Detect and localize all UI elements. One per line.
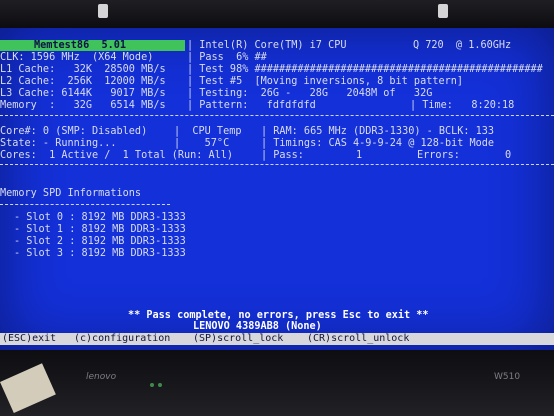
- run-state: State: - Running...: [0, 138, 117, 149]
- status-row-2: State: - Running... | 57°C | Timings: CA…: [0, 138, 554, 149]
- status-row-1: Core#: 0 (SMP: Disabled) | CPU Temp | RA…: [0, 126, 554, 137]
- machine-id: LENOVO 4389AB8 (None): [193, 321, 322, 332]
- divider: [0, 164, 554, 165]
- pass-label: | Pass:: [261, 150, 304, 161]
- memtest-screen: Memtest86 5.01 | Intel(R) Core(TM) i7 CP…: [0, 28, 554, 350]
- header-row-4: L2 Cache: 256K 12000 MB/s | Test #5 [Mov…: [0, 76, 554, 87]
- l1-cache: L1 Cache: 32K 28500 MB/s: [0, 64, 166, 75]
- hinge-knob: [98, 4, 108, 18]
- laptop-hinge: [0, 0, 554, 28]
- spd-title-row: Memory SPD Informations: [0, 188, 554, 199]
- status-row-3: Cores: 1 Active / 1 Total (Run: All) | P…: [0, 150, 554, 161]
- key-help-bar: (ESC)exit (c)configuration (SP)scroll_lo…: [0, 333, 554, 345]
- status-led: [158, 383, 162, 387]
- scroll-unlock-key[interactable]: (CR)scroll_unlock: [307, 333, 409, 345]
- spd-slot: - Slot 0 : 8192 MB DDR3-1333: [14, 212, 186, 223]
- configuration-key[interactable]: (c)configuration: [74, 333, 170, 345]
- test-number: | Test #5 [Moving inversions, 8 bit patt…: [187, 76, 464, 87]
- brand-logo: lenovo: [86, 372, 117, 382]
- status-led: [150, 383, 154, 387]
- model-badge: W510: [494, 372, 521, 382]
- spd-slot-row: - Slot 1 : 8192 MB DDR3-1333: [0, 224, 554, 235]
- header-row-1: Memtest86 5.01 | Intel(R) Core(TM) i7 CP…: [0, 40, 554, 51]
- hinge-knob: [438, 4, 448, 18]
- memory-size: Memory : 32G 6514 MB/s: [0, 100, 166, 111]
- ram-timings: | Timings: CAS 4-9-9-24 @ 128-bit Mode: [261, 138, 495, 149]
- spd-slot-row: - Slot 3 : 8192 MB DDR3-1333: [0, 248, 554, 259]
- scroll-lock-key[interactable]: (SP)scroll_lock: [193, 333, 283, 345]
- photo: Memtest86 5.01 | Intel(R) Core(TM) i7 CP…: [0, 0, 554, 416]
- header-row-2: CLK: 1596 MHz (X64 Mode) | Pass 6% ##: [0, 52, 554, 63]
- cpu-speed: Q 720 @ 1.60GHz: [413, 40, 512, 51]
- spd-underline: [0, 204, 170, 205]
- l3-cache: L3 Cache: 6144K 9017 MB/s: [0, 88, 166, 99]
- exit-key[interactable]: (ESC)exit: [2, 333, 56, 345]
- header-row-6: Memory : 32G 6514 MB/s | Pattern: fdfdfd…: [0, 100, 554, 111]
- pass-complete-row: ** Pass complete, no errors, press Esc t…: [0, 310, 554, 321]
- cpu-temp-label: | CPU Temp: [174, 126, 242, 137]
- header-row-5: L3 Cache: 6144K 9017 MB/s | Testing: 26G…: [0, 88, 554, 99]
- l2-cache: L2 Cache: 256K 12000 MB/s: [0, 76, 166, 87]
- test-progress: | Test 98% #############################…: [187, 64, 543, 75]
- laptop-bezel: lenovo W510: [0, 350, 554, 416]
- spd-slot: - Slot 3 : 8192 MB DDR3-1333: [14, 248, 186, 259]
- clock-info: CLK: 1596 MHz (X64 Mode): [0, 52, 154, 63]
- pass-count: 1: [356, 150, 363, 161]
- spd-slot: - Slot 1 : 8192 MB DDR3-1333: [14, 224, 186, 235]
- ram-info: | RAM: 665 MHz (DDR3-1330) - BCLK: 133: [261, 126, 495, 137]
- machine-row: LENOVO 4389AB8 (None): [0, 321, 554, 332]
- spd-slot-row: - Slot 0 : 8192 MB DDR3-1333: [0, 212, 554, 223]
- errors-label: Errors:: [417, 150, 460, 161]
- header-row-3: L1 Cache: 32K 28500 MB/s | Test 98% ####…: [0, 64, 554, 75]
- cores-info: Cores: 1 Active / 1 Total (Run: All): [0, 150, 234, 161]
- divider: [0, 115, 554, 116]
- pass-progress: | Pass 6% ##: [187, 52, 267, 63]
- spd-slot: - Slot 2 : 8192 MB DDR3-1333: [14, 236, 186, 247]
- cpu-model: | Intel(R) Core(TM) i7 CPU: [187, 40, 347, 51]
- test-pattern: | Pattern: fdfdfdfd: [187, 100, 316, 111]
- elapsed-time: | Time: 8:20:18: [410, 100, 515, 111]
- errors-count: 0: [505, 150, 512, 161]
- app-title-banner: Memtest86 5.01: [0, 40, 185, 51]
- testing-range: | Testing: 26G - 28G 2048M of 32G: [187, 88, 433, 99]
- spd-slot-row: - Slot 2 : 8192 MB DDR3-1333: [0, 236, 554, 247]
- cpu-temp-value: | 57°C: [174, 138, 230, 149]
- spd-title: Memory SPD Informations: [0, 188, 142, 199]
- pass-complete-message: ** Pass complete, no errors, press Esc t…: [128, 310, 429, 321]
- core-info: Core#: 0 (SMP: Disabled): [0, 126, 148, 137]
